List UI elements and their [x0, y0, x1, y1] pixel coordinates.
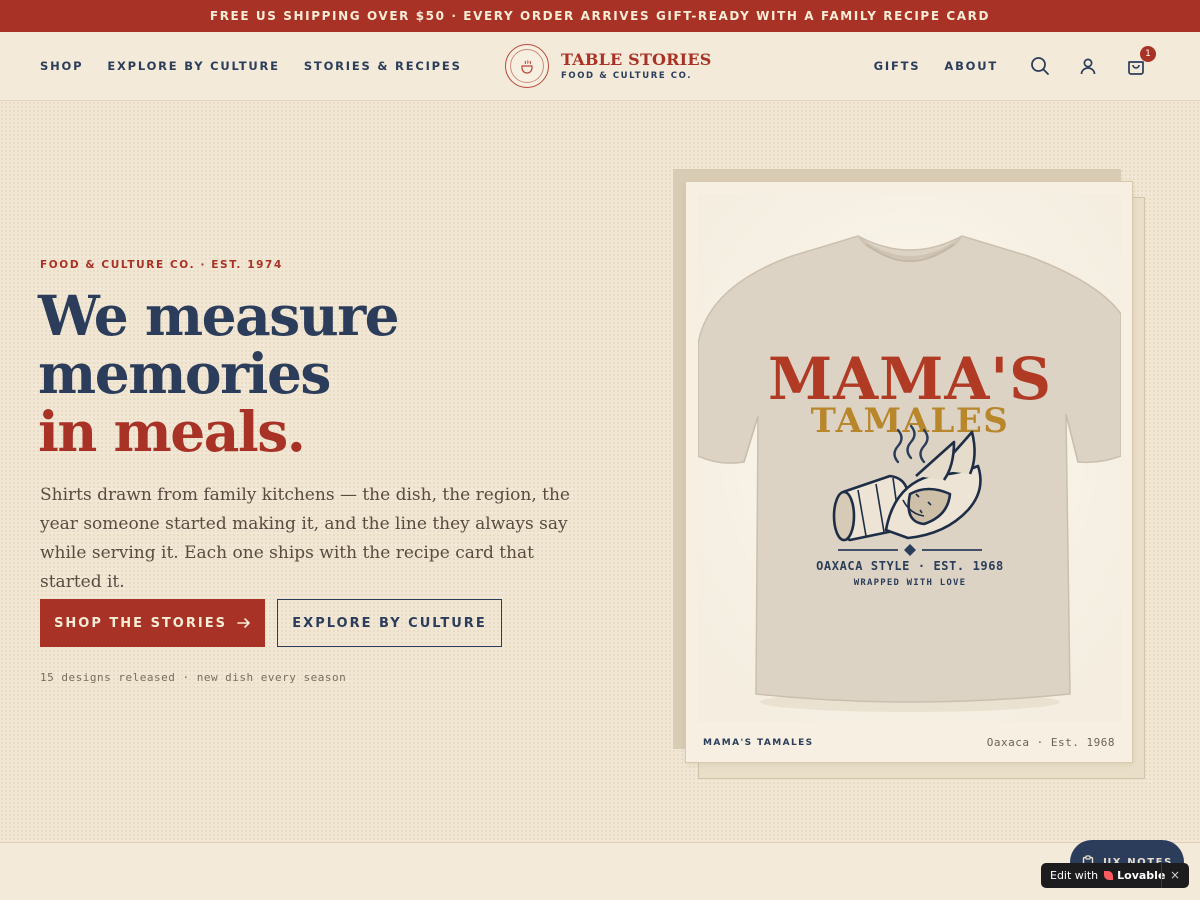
nav-right: GIFTS ABOUT 1 [874, 32, 1156, 100]
brand-subtitle: FOOD & CULTURE CO. [561, 71, 693, 81]
shirt-print-subtitle: TAMALES [811, 401, 1010, 441]
hero-eyebrow: FOOD & CULTURE CO. · EST. 1974 [40, 259, 283, 271]
featured-product-card[interactable]: MAMA'S TAMALES OAXACA STYLE · EST. 1968 … [685, 181, 1133, 763]
nav-link-shop[interactable]: SHOP [40, 59, 83, 73]
product-caption-origin: Oaxaca · Est. 1968 [986, 736, 1115, 749]
hero-meta-text: 15 designs released · new dish every sea… [40, 671, 347, 684]
product-image-tshirt[interactable]: MAMA'S TAMALES OAXACA STYLE · EST. 1968 … [698, 194, 1121, 722]
brand-text: TABLE STORIES FOOD & CULTURE CO. [561, 50, 712, 82]
brand-name: TABLE STORIES [561, 50, 712, 69]
product-caption-name: MAMA'S TAMALES [703, 738, 814, 748]
cart-count-badge: 1 [1140, 46, 1156, 62]
lovable-brand: Lovable [1103, 869, 1165, 882]
headline-line-1: We measure [38, 283, 400, 348]
nav-link-stories-recipes[interactable]: STORIES & RECIPES [304, 59, 462, 73]
nav-link-explore-by-culture[interactable]: EXPLORE BY CULTURE [107, 59, 280, 73]
promo-text: FREE US SHIPPING OVER $50 · EVERY ORDER … [209, 9, 991, 23]
nav-left: SHOP EXPLORE BY CULTURE STORIES & RECIPE… [40, 32, 462, 100]
close-icon[interactable]: × [1170, 868, 1180, 882]
headline-line-2: memories [38, 341, 331, 406]
brand-seal-icon [505, 44, 549, 88]
edit-with-lovable-badge[interactable]: Edit with Lovable × [1041, 863, 1189, 888]
headline-accent: in meals. [38, 399, 306, 464]
hero-section: FOOD & CULTURE CO. · EST. 1974 We measur… [0, 101, 1200, 843]
cart-icon[interactable]: 1 [1124, 46, 1156, 78]
tshirt-shape [698, 235, 1121, 703]
shirt-print-line-2: WRAPPED WITH LOVE [854, 578, 967, 588]
shop-the-stories-label: SHOP THE STORIES [54, 615, 227, 631]
lovable-prefix: Edit with [1050, 869, 1099, 882]
hero-description: Shirts drawn from family kitchens — the … [40, 485, 570, 592]
account-icon[interactable] [1076, 54, 1100, 78]
explore-by-culture-button[interactable]: EXPLORE BY CULTURE [277, 599, 502, 647]
main-nav: SHOP EXPLORE BY CULTURE STORIES & RECIPE… [0, 32, 1200, 101]
search-icon[interactable] [1028, 54, 1052, 78]
nav-link-gifts[interactable]: GIFTS [874, 59, 921, 73]
shirt-print-line-1: OAXACA STYLE · EST. 1968 [816, 559, 1004, 573]
nav-link-about[interactable]: ABOUT [944, 59, 998, 73]
hero-headline: We measure memories in meals. [38, 283, 400, 464]
lovable-divider [1161, 863, 1162, 888]
promo-banner: FREE US SHIPPING OVER $50 · EVERY ORDER … [0, 0, 1200, 32]
lovable-brand-label: Lovable [1117, 869, 1166, 882]
shop-the-stories-button[interactable]: SHOP THE STORIES [40, 599, 265, 647]
arrow-right-icon [237, 618, 250, 628]
lovable-heart-icon [1104, 871, 1114, 880]
brand-logo[interactable]: TABLE STORIES FOOD & CULTURE CO. [505, 44, 712, 88]
